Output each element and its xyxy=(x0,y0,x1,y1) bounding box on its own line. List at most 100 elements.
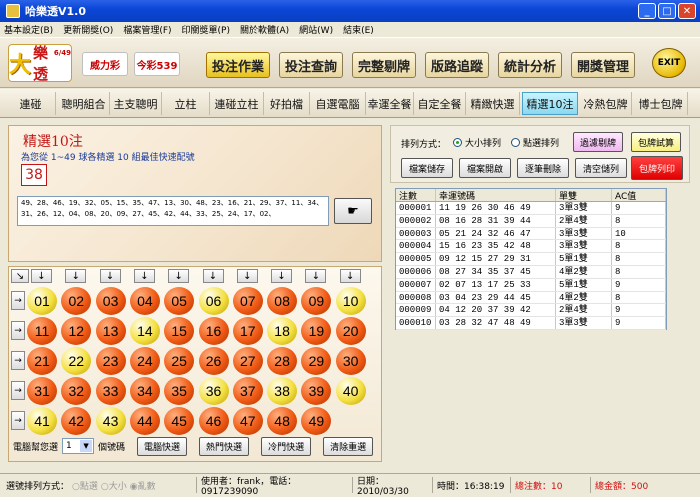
col-header-bet-no[interactable]: 注數 xyxy=(396,189,436,202)
generate-button[interactable]: ☛ xyxy=(334,198,372,224)
lotto-logo[interactable]: 大 樂透 6/49 xyxy=(8,44,72,83)
pick-count-select[interactable]: 1 xyxy=(62,438,95,454)
tab-lianpeng-column[interactable]: 連碰立柱 xyxy=(210,92,264,115)
status-sort-size-radio[interactable]: ○大小 xyxy=(101,479,127,492)
nav-path-tracking[interactable]: 版路追蹤 xyxy=(425,52,489,78)
lottery-ball-23[interactable]: 23 xyxy=(95,347,126,375)
lottery-ball-04[interactable]: 04 xyxy=(129,287,160,315)
open-file-button[interactable]: 檔案開啟 xyxy=(459,158,511,178)
menu-website[interactable]: 網站(W) xyxy=(299,23,333,36)
column-arrow-button[interactable]: ↓ xyxy=(271,269,293,283)
lottery-ball-08[interactable]: 08 xyxy=(267,287,298,315)
lottery-ball-41[interactable]: 41 xyxy=(27,407,57,435)
pack-calc-button[interactable]: 包牌試算 xyxy=(631,132,681,152)
lottery-ball-06[interactable]: 06 xyxy=(198,287,229,315)
lottery-ball-16[interactable]: 16 xyxy=(198,317,229,345)
col-header-numbers[interactable]: 幸運號碼 xyxy=(436,189,556,202)
lottery-ball-27[interactable]: 27 xyxy=(232,347,263,375)
row-arrow-button[interactable]: → xyxy=(11,291,25,310)
lottery-ball-12[interactable]: 12 xyxy=(61,317,92,345)
tab-lucky-set[interactable]: 幸運全餐 xyxy=(366,92,414,115)
column-arrow-button[interactable]: ↓ xyxy=(31,269,52,283)
menu-print[interactable]: 印關獎單(P) xyxy=(182,23,230,36)
delete-row-button[interactable]: 逐筆刪除 xyxy=(517,158,569,178)
menu-about[interactable]: 關於軟體(A) xyxy=(240,23,289,36)
nav-statistics[interactable]: 統計分析 xyxy=(498,52,562,78)
table-row[interactable]: 000003 05 21 24 32 46 47 3單3雙 10 xyxy=(396,227,666,241)
tab-quick-pick[interactable]: 精緻快選 xyxy=(466,92,520,115)
lottery-ball-24[interactable]: 24 xyxy=(129,347,160,375)
tab-computer-pick[interactable]: 自選電腦 xyxy=(310,92,366,115)
lottery-ball-48[interactable]: 48 xyxy=(267,407,298,435)
tab-doctor-pack[interactable]: 博士包牌 xyxy=(634,92,688,115)
save-file-button[interactable]: 檔案儲存 xyxy=(401,158,453,178)
tab-hot-cold[interactable]: 冷熱包牌 xyxy=(580,92,632,115)
lottery-ball-17[interactable]: 17 xyxy=(232,317,263,345)
picked-numbers-field[interactable]: 49、28、46、19、32、05、15、35、47、13、30、48、23、1… xyxy=(17,196,329,226)
status-sort-random-radio[interactable]: ◉亂數 xyxy=(130,479,156,492)
lottery-ball-38[interactable]: 38 xyxy=(267,377,298,405)
lottery-ball-32[interactable]: 32 xyxy=(61,377,92,405)
column-arrow-button[interactable]: ↓ xyxy=(202,269,224,283)
row-arrow-button[interactable]: → xyxy=(11,351,25,370)
close-button[interactable]: ✕ xyxy=(678,3,696,19)
column-arrow-button[interactable]: ↓ xyxy=(339,269,361,283)
tab-custom-set[interactable]: 自定全餐 xyxy=(414,92,466,115)
lottery-ball-18[interactable]: 18 xyxy=(267,317,298,345)
lottery-ball-15[interactable]: 15 xyxy=(164,317,195,345)
daily-cash-logo[interactable]: 今彩539 xyxy=(134,52,180,76)
diagonal-arrow-icon[interactable]: ↘ xyxy=(11,269,29,283)
lottery-ball-03[interactable]: 03 xyxy=(95,287,126,315)
sort-by-size-radio[interactable]: 大小排列 xyxy=(453,136,501,149)
lottery-ball-44[interactable]: 44 xyxy=(129,407,160,435)
table-row[interactable]: 000007 02 07 13 17 25 33 5單1雙 9 xyxy=(396,278,666,292)
lottery-ball-42[interactable]: 42 xyxy=(61,407,92,435)
row-arrow-button[interactable]: → xyxy=(11,381,25,400)
column-arrow-button[interactable]: ↓ xyxy=(65,269,87,283)
sort-by-click-radio[interactable]: 點選排列 xyxy=(511,136,559,149)
status-sort-click-radio[interactable]: ○點選 xyxy=(72,479,98,492)
menu-exit[interactable]: 結束(E) xyxy=(343,23,374,36)
lottery-ball-09[interactable]: 09 xyxy=(301,287,332,315)
table-row[interactable]: 000001 11 19 26 30 46 49 3單3雙 9 xyxy=(396,202,666,215)
table-row[interactable]: 000009 04 12 20 37 39 42 2單4雙 9 xyxy=(396,304,666,318)
filter-button[interactable]: 過濾剔牌 xyxy=(573,132,623,152)
lottery-ball-33[interactable]: 33 xyxy=(95,377,126,405)
lottery-ball-25[interactable]: 25 xyxy=(164,347,195,375)
lottery-ball-21[interactable]: 21 xyxy=(27,347,57,375)
lottery-ball-26[interactable]: 26 xyxy=(198,347,229,375)
col-header-ac[interactable]: AC值 xyxy=(612,189,666,202)
hot-quick-pick-button[interactable]: 熱門快選 xyxy=(199,436,250,456)
maximize-button[interactable]: □ xyxy=(658,3,676,19)
row-arrow-button[interactable]: → xyxy=(11,321,25,340)
lottery-ball-34[interactable]: 34 xyxy=(129,377,160,405)
lottery-ball-02[interactable]: 02 xyxy=(61,287,92,315)
nav-bet[interactable]: 投注作業 xyxy=(206,52,270,78)
lottery-ball-35[interactable]: 35 xyxy=(164,377,195,405)
tab-good-partner[interactable]: 好拍檔 xyxy=(264,92,310,115)
results-table[interactable]: 注數 幸運號碼 單雙 AC值 000001 11 19 26 30 46 49 3單… xyxy=(395,188,667,330)
tab-column[interactable]: 立柱 xyxy=(162,92,210,115)
minimize-button[interactable]: _ xyxy=(638,3,656,19)
lottery-ball-28[interactable]: 28 xyxy=(267,347,298,375)
clear-list-button[interactable]: 清空儲列 xyxy=(575,158,627,178)
lottery-ball-36[interactable]: 36 xyxy=(198,377,229,405)
menu-basic-settings[interactable]: 基本設定(B) xyxy=(4,23,53,36)
column-arrow-button[interactable]: ↓ xyxy=(305,269,327,283)
lottery-ball-45[interactable]: 45 xyxy=(164,407,195,435)
column-arrow-button[interactable]: ↓ xyxy=(168,269,190,283)
lottery-ball-49[interactable]: 49 xyxy=(301,407,332,435)
menu-file-management[interactable]: 檔案管理(F) xyxy=(123,23,171,36)
lottery-ball-10[interactable]: 10 xyxy=(335,287,366,315)
exit-button[interactable]: EXIT xyxy=(652,48,686,78)
table-row[interactable]: 000002 08 16 28 31 39 44 2單4雙 8 xyxy=(396,214,666,228)
table-row[interactable]: 000008 03 04 23 29 44 45 4單2雙 8 xyxy=(396,291,666,305)
lottery-ball-40[interactable]: 40 xyxy=(335,377,366,405)
column-arrow-button[interactable]: ↓ xyxy=(99,269,121,283)
lottery-ball-13[interactable]: 13 xyxy=(95,317,126,345)
tab-lianpeng[interactable]: 連碰 xyxy=(6,92,56,115)
lottery-ball-39[interactable]: 39 xyxy=(301,377,332,405)
power-lottery-logo[interactable]: 威力彩 xyxy=(82,52,128,76)
lottery-ball-19[interactable]: 19 xyxy=(301,317,332,345)
computer-quick-pick-button[interactable]: 電腦快選 xyxy=(137,436,188,456)
